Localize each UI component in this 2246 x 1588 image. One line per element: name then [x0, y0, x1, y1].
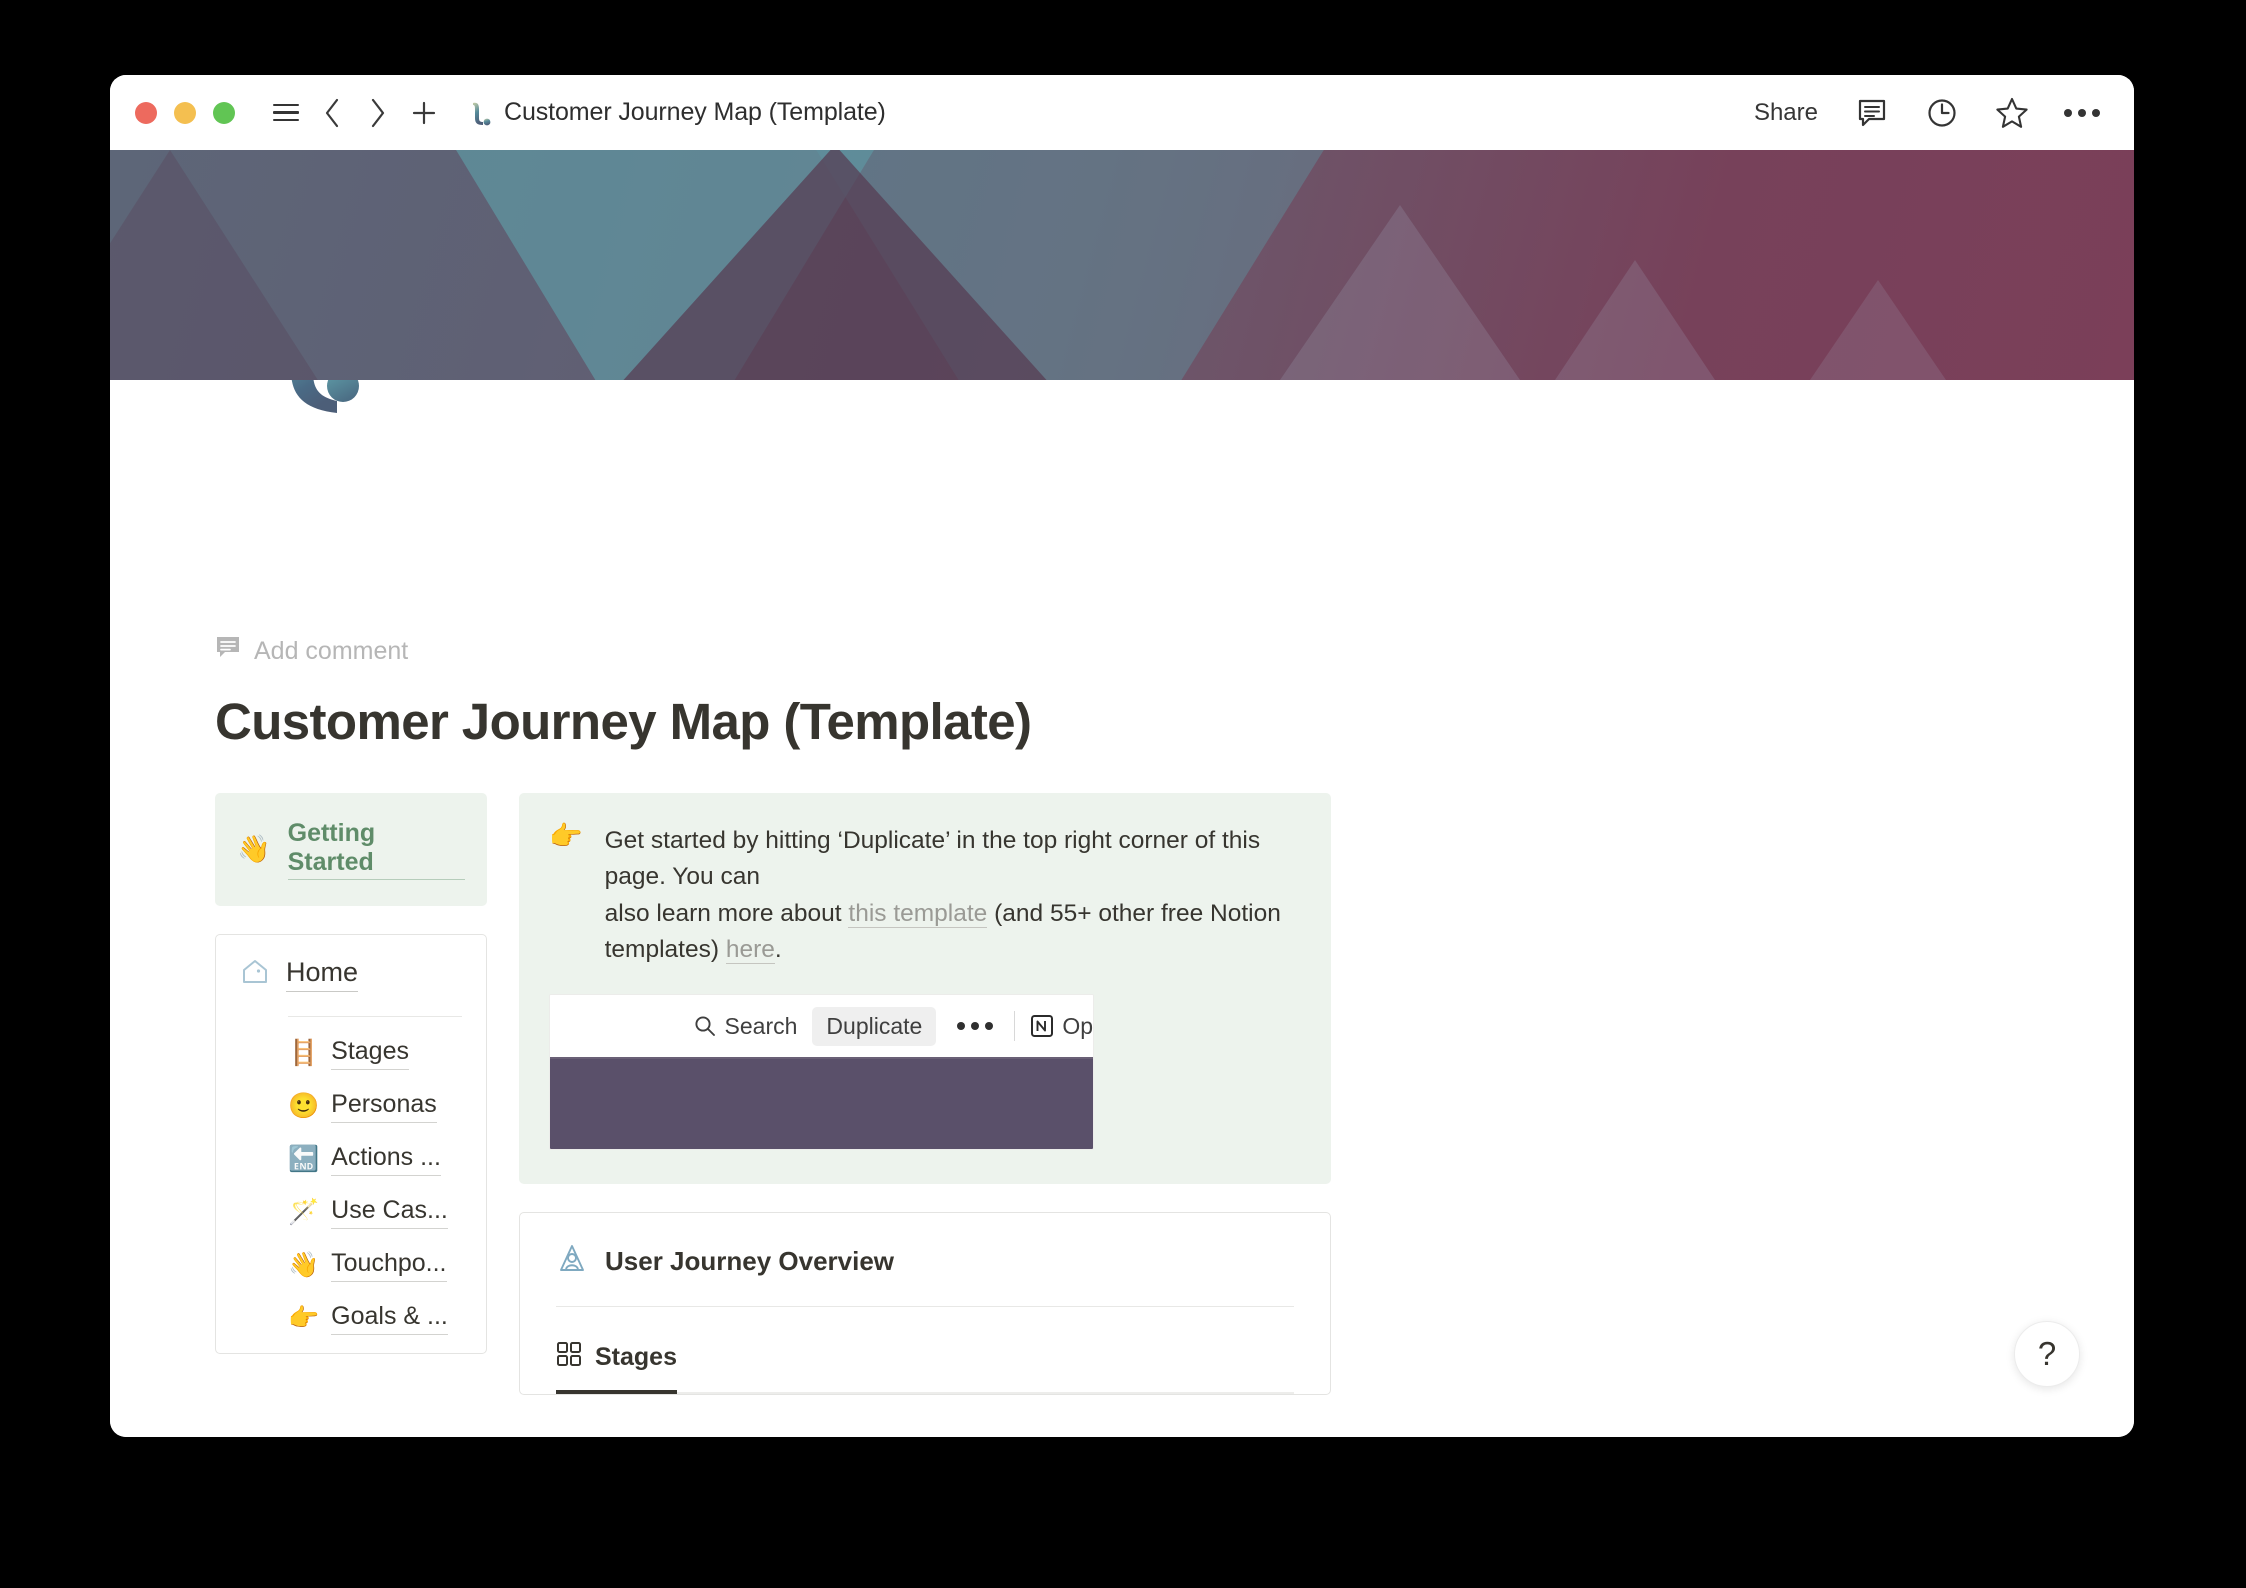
traffic-lights [135, 101, 235, 124]
cover-shape-peak-main [565, 150, 1105, 380]
cover-shape-left [110, 150, 350, 380]
callout-line-2c: . [774, 935, 782, 963]
pointing-right-icon: 👉 [288, 1304, 320, 1332]
tab-stages-label: Stages [595, 1343, 677, 1371]
favorite-icon[interactable] [1990, 91, 2034, 135]
nav-item-goals[interactable]: 👉 Goals & ... [240, 1292, 462, 1345]
cover-shape-peak-2 [1555, 260, 1715, 380]
close-button[interactable] [135, 101, 157, 124]
embed-search-label: Search [724, 1012, 798, 1039]
titlebar-actions: Share [1748, 75, 2104, 150]
end-arrow-icon: 🔚 [288, 1145, 320, 1173]
embed-cover-band [550, 1057, 1093, 1149]
sidebar-toggle-icon[interactable] [263, 90, 309, 136]
nav-label: Use Cas... [331, 1196, 448, 1229]
nav-item-actions[interactable]: 🔚 Actions ... [240, 1133, 462, 1186]
nav-label: Actions ... [331, 1143, 441, 1176]
user-journey-title[interactable]: User Journey Overview [605, 1246, 894, 1277]
zoom-button[interactable] [213, 101, 235, 124]
home-icon [240, 957, 270, 992]
embed-notion-label: Op [1062, 1012, 1093, 1039]
titlebar-title-group: Customer Journey Map (Template) [469, 98, 886, 127]
add-comment-button[interactable]: Add comment [215, 635, 1395, 668]
cover-shape-peak-3 [1810, 280, 1946, 380]
user-journey-header: User Journey Overview [556, 1243, 1294, 1280]
embed-more-icon[interactable] [951, 1022, 999, 1030]
callout-line-2a: also learn more about [604, 899, 849, 927]
nav-item-stages[interactable]: 🪜 Stages [240, 1027, 462, 1080]
comments-icon[interactable] [1850, 91, 1894, 135]
nav-label: Goals & ... [331, 1302, 448, 1335]
nav-label: Personas [331, 1090, 437, 1123]
nav-item-home[interactable]: Home [240, 957, 462, 998]
smiley-icon: 🙂 [288, 1092, 320, 1120]
right-column: 👉 Get started by hitting ‘Duplicate’ in … [519, 793, 1331, 1395]
page-favicon-icon [469, 100, 491, 126]
new-page-icon[interactable] [401, 90, 447, 136]
more-icon[interactable] [2060, 91, 2104, 135]
here-link[interactable]: here [725, 935, 775, 964]
titlebar-title: Customer Journey Map (Template) [504, 98, 886, 126]
person-pin-icon [556, 1243, 588, 1280]
user-journey-rule [556, 1306, 1294, 1307]
app-window: Customer Journey Map (Template) Share Ad… [110, 75, 2134, 1437]
page-cover-image[interactable] [110, 150, 2134, 380]
pointing-right-icon: 👉 [549, 821, 583, 851]
titlebar-nav-icons [263, 90, 447, 136]
getting-started-link[interactable]: Getting Started [287, 819, 465, 880]
nav-item-use-cases[interactable]: 🪄 Use Cas... [240, 1186, 462, 1239]
page-icon[interactable] [275, 380, 370, 415]
add-comment-label: Add comment [254, 637, 409, 665]
help-button[interactable]: ? [2014, 1321, 2080, 1387]
nav-label: Stages [331, 1037, 409, 1070]
page-body: Add comment Customer Journey Map (Templa… [110, 380, 2134, 1437]
page-content: Add comment Customer Journey Map (Templa… [215, 635, 1395, 1395]
callout-text: Get started by hitting ‘Duplicate’ in th… [605, 823, 1301, 968]
history-icon[interactable] [1920, 91, 1964, 135]
waving-hand-icon: 👋 [288, 1251, 320, 1279]
left-column: 👋 Getting Started Home 🪜 Stages 🙂 Person… [215, 793, 487, 1354]
minimize-button[interactable] [174, 101, 196, 124]
embedded-screenshot[interactable]: Search Duplicate Op [549, 994, 1094, 1150]
nav-item-personas[interactable]: 🙂 Personas [240, 1080, 462, 1133]
forward-icon[interactable] [355, 90, 401, 136]
share-button[interactable]: Share [1748, 99, 1824, 127]
back-icon[interactable] [309, 90, 355, 136]
magic-wand-icon: 🪄 [288, 1198, 320, 1226]
gallery-grid-icon [556, 1341, 582, 1374]
getting-started-callout[interactable]: 👋 Getting Started [215, 793, 487, 906]
content-columns: 👋 Getting Started Home 🪜 Stages 🙂 Person… [215, 793, 1395, 1395]
embed-toolbar: Search Duplicate Op [550, 995, 1093, 1057]
comment-bubble-icon [215, 635, 241, 668]
embed-separator [1014, 1011, 1016, 1041]
embed-duplicate-button[interactable]: Duplicate [812, 1006, 937, 1046]
embed-search-button[interactable]: Search [694, 1012, 798, 1040]
this-template-link[interactable]: this template [848, 899, 988, 928]
user-journey-tabs: Stages [556, 1341, 1294, 1394]
waving-hand-icon: 👋 [237, 834, 271, 864]
navigation-card: Home 🪜 Stages 🙂 Personas 🔚 Actions ... 🪄… [215, 934, 487, 1354]
nav-item-touchpoints[interactable]: 👋 Touchpo... [240, 1239, 462, 1292]
callout-line-1: Get started by hitting ‘Duplicate’ in th… [604, 827, 1261, 891]
get-started-callout: 👉 Get started by hitting ‘Duplicate’ in … [519, 793, 1331, 1184]
tab-stages[interactable]: Stages [556, 1341, 677, 1394]
embed-notion-open[interactable]: Op [1030, 1013, 1093, 1040]
nav-label: Touchpo... [331, 1249, 447, 1282]
nav-home-label: Home [286, 957, 359, 992]
titlebar: Customer Journey Map (Template) Share [110, 75, 2134, 150]
user-journey-overview-card: User Journey Overview Stages [519, 1212, 1331, 1395]
ladder-icon: 🪜 [288, 1039, 320, 1067]
cover-shape-peak-1 [1280, 205, 1520, 380]
page-title[interactable]: Customer Journey Map (Template) [215, 692, 1395, 751]
nav-divider [288, 1016, 462, 1017]
tab-underline-rest [676, 1392, 1294, 1394]
